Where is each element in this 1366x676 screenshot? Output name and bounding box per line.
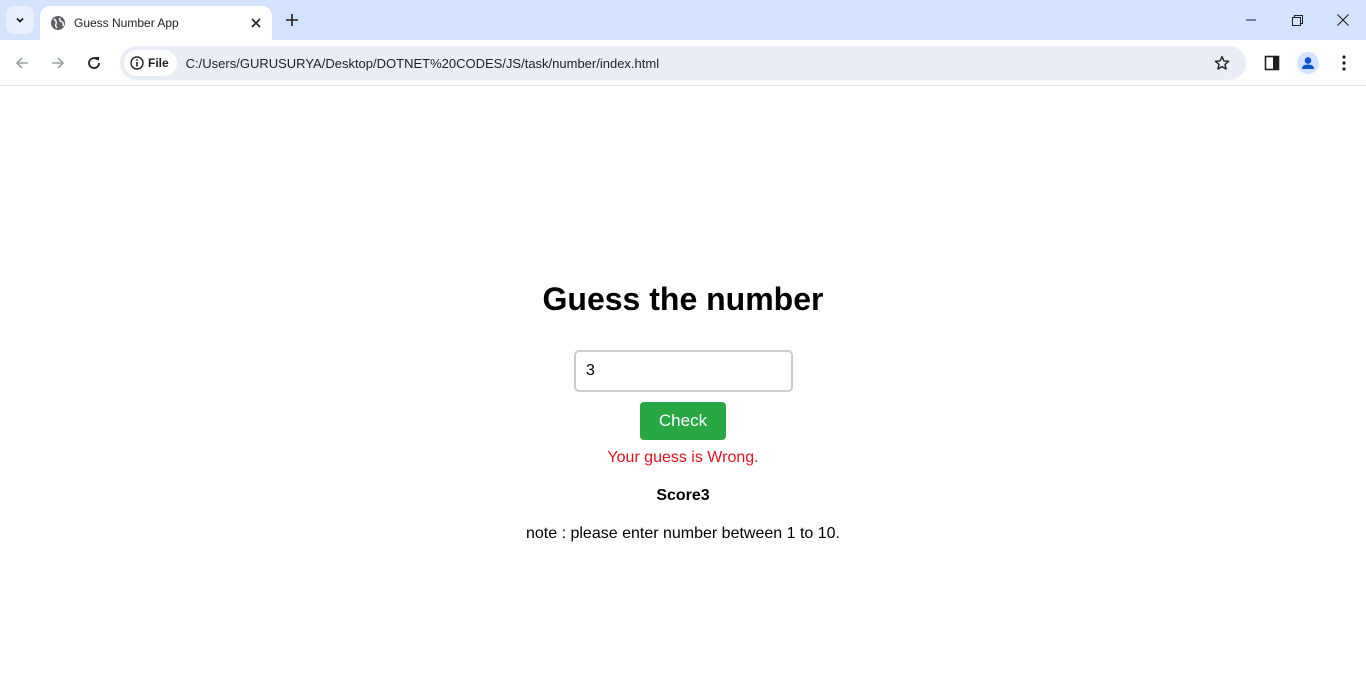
- tab-title: Guess Number App: [74, 16, 179, 30]
- reload-icon: [88, 57, 100, 69]
- reload-button[interactable]: [80, 49, 108, 77]
- info-icon: [130, 56, 144, 70]
- check-button[interactable]: Check: [640, 402, 726, 440]
- tab-search-button[interactable]: [6, 6, 34, 34]
- forward-button[interactable]: [44, 49, 72, 77]
- globe-icon: [51, 16, 65, 30]
- more-vertical-icon: [1342, 55, 1346, 71]
- restore-icon: [1291, 14, 1303, 26]
- avatar-icon: [1297, 52, 1319, 74]
- browser-toolbar: File C:/Users/GURUSURYA/Desktop/DOTNET%2…: [0, 40, 1366, 86]
- side-panel-button[interactable]: [1258, 49, 1286, 77]
- page-content: Guess the number Check Your guess is Wro…: [0, 87, 1366, 676]
- profile-button[interactable]: [1294, 49, 1322, 77]
- result-message: Your guess is Wrong.: [607, 449, 759, 466]
- side-panel-icon: [1264, 55, 1280, 71]
- tab-active[interactable]: Guess Number App: [40, 6, 272, 40]
- chip-label: File: [148, 56, 169, 70]
- guess-input[interactable]: [574, 350, 793, 392]
- address-bar[interactable]: File C:/Users/GURUSURYA/Desktop/DOTNET%2…: [120, 46, 1246, 80]
- close-window-button[interactable]: [1320, 0, 1366, 40]
- note-text: note : please enter number between 1 to …: [526, 525, 840, 542]
- score-text: Score3: [656, 487, 710, 504]
- arrow-left-icon: [15, 57, 28, 69]
- chevron-down-icon: [16, 17, 24, 23]
- close-icon: [1337, 14, 1349, 26]
- minimize-button[interactable]: [1228, 0, 1274, 40]
- site-info-chip[interactable]: File: [124, 50, 177, 76]
- bookmark-button[interactable]: [1208, 49, 1236, 77]
- star-icon: [1214, 55, 1230, 70]
- tab-close-button[interactable]: [246, 13, 266, 33]
- menu-button[interactable]: [1330, 49, 1358, 77]
- plus-icon: [286, 14, 298, 26]
- arrow-right-icon: [52, 57, 65, 69]
- url-text[interactable]: C:/Users/GURUSURYA/Desktop/DOTNET%20CODE…: [186, 56, 1208, 71]
- page-heading: Guess the number: [542, 281, 824, 317]
- restore-button[interactable]: [1274, 0, 1320, 40]
- new-tab-button[interactable]: [280, 8, 304, 32]
- close-icon: [251, 18, 261, 28]
- title-bar: Guess Number App: [0, 0, 1366, 40]
- minimize-icon: [1246, 19, 1256, 21]
- back-button[interactable]: [8, 49, 36, 77]
